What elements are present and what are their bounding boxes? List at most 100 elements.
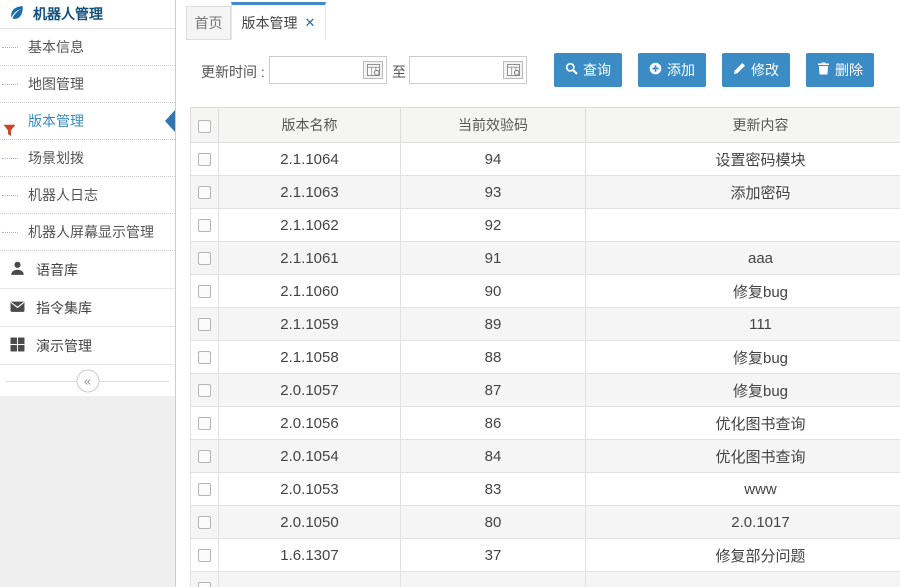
sidebar-item-label: 版本管理 [28, 113, 84, 129]
content-cell: 111 [586, 308, 900, 341]
version-cell: 2.1.1060 [219, 275, 401, 308]
content-cell: 修复bug [586, 275, 900, 308]
table-row: 2.0.1053 83 www [191, 473, 900, 506]
row-checkbox[interactable] [198, 252, 211, 265]
sidebar-item-robot-log[interactable]: 机器人日志 [0, 177, 175, 214]
edit-button[interactable]: 修改 [722, 53, 790, 87]
sidebar-item-demo-management[interactable]: 演示管理 [0, 327, 175, 365]
column-header-checksum: 当前效验码 [401, 108, 586, 143]
table-row: 2.1.1062 92 [191, 209, 900, 242]
row-checkbox[interactable] [198, 450, 211, 463]
sidebar-item-command-set-library[interactable]: 指令集库 [0, 289, 175, 327]
checksum-cell: 93 [401, 176, 586, 209]
version-cell: 2.0.1057 [219, 374, 401, 407]
button-label: 修改 [751, 60, 779, 80]
version-cell: 2.1.1058 [219, 341, 401, 374]
table-row: 2.1.1058 88 修复bug [191, 341, 900, 374]
sidebar: 机器人管理 基本信息 地图管理 版本管理 场景划拨 机器人日志 [0, 0, 176, 587]
checksum-cell: 91 [401, 242, 586, 275]
sidebar-collapse-bar: « [0, 365, 175, 396]
delete-button[interactable]: 删除 [806, 53, 874, 87]
to-label: 至 [392, 62, 406, 82]
add-button[interactable]: 添加 [638, 53, 706, 87]
calendar-icon[interactable] [363, 61, 383, 79]
calendar-icon[interactable] [503, 61, 523, 79]
version-cell: 2.1.1062 [219, 209, 401, 242]
main-content: 首页 版本管理 ✕ 更新时间 : 至 查询 添加 修改 [177, 0, 900, 587]
select-all-checkbox[interactable] [198, 120, 211, 133]
tab-home[interactable]: 首页 [186, 6, 231, 40]
row-checkbox[interactable] [198, 153, 211, 166]
content-cell: 修复bug [586, 374, 900, 407]
row-checkbox[interactable] [198, 186, 211, 199]
envelope-icon [10, 299, 25, 317]
content-cell [586, 209, 900, 242]
sidebar-item-label: 机器人屏幕显示管理 [28, 224, 154, 240]
sidebar-header: 机器人管理 [0, 0, 175, 29]
update-time-label: 更新时间 : [201, 62, 265, 82]
tab-label: 版本管理 [242, 13, 298, 33]
row-checkbox[interactable] [198, 483, 211, 496]
checksum-cell: 87 [401, 374, 586, 407]
content-cell: 设置密码模块 [586, 143, 900, 176]
sidebar-item-label: 演示管理 [36, 336, 92, 356]
trash-icon [817, 62, 830, 78]
table-row: 2.1.1063 93 添加密码 [191, 176, 900, 209]
version-cell: 2.1.1064 [219, 143, 401, 176]
table-row-partial [191, 572, 900, 587]
sidebar-item-map-management[interactable]: 地图管理 [0, 66, 175, 103]
row-checkbox[interactable] [198, 219, 211, 232]
sidebar-item-voice-library[interactable]: 语音库 [0, 251, 175, 289]
sidebar-item-label: 地图管理 [28, 76, 84, 92]
sidebar-item-label: 机器人日志 [28, 187, 98, 203]
version-cell [219, 572, 401, 587]
table-row: 2.0.1057 87 修复bug [191, 374, 900, 407]
version-cell: 2.0.1050 [219, 506, 401, 539]
checksum-cell: 88 [401, 341, 586, 374]
row-checkbox[interactable] [198, 516, 211, 529]
leaf-icon [9, 5, 24, 23]
sidebar-sub-menu: 基本信息 地图管理 版本管理 场景划拨 机器人日志 机器人屏幕显示管理 [0, 29, 175, 251]
close-icon[interactable]: ✕ [305, 15, 316, 31]
date-to-input[interactable] [410, 57, 503, 83]
sidebar-collapse-button[interactable]: « [76, 369, 99, 392]
content-cell: aaa [586, 242, 900, 275]
sidebar-item-label: 基本信息 [28, 39, 84, 55]
table-row: 2.0.1054 84 优化图书查询 [191, 440, 900, 473]
date-from-field [269, 56, 387, 84]
version-cell: 2.0.1056 [219, 407, 401, 440]
content-cell: 修复部分问题 [586, 539, 900, 572]
table-row: 1.6.1307 37 修复部分问题 [191, 539, 900, 572]
search-icon [565, 62, 578, 78]
checksum-cell: 92 [401, 209, 586, 242]
sidebar-item-basic-info[interactable]: 基本信息 [0, 29, 175, 66]
sidebar-item-label: 场景划拨 [28, 150, 84, 166]
sidebar-item-version-management[interactable]: 版本管理 [0, 103, 175, 140]
sidebar-item-scene-allocation[interactable]: 场景划拨 [0, 140, 175, 177]
row-checkbox[interactable] [198, 384, 211, 397]
button-label: 添加 [667, 60, 695, 80]
tab-version-management[interactable]: 版本管理 ✕ [231, 2, 326, 40]
row-checkbox[interactable] [198, 318, 211, 331]
content-cell: 修复bug [586, 341, 900, 374]
row-checkbox[interactable] [198, 285, 211, 298]
sidebar-item-robot-screen-display[interactable]: 机器人屏幕显示管理 [0, 214, 175, 251]
date-from-input[interactable] [270, 57, 363, 83]
version-cell: 1.6.1307 [219, 539, 401, 572]
content-cell: 优化图书查询 [586, 407, 900, 440]
table-header-row: 版本名称 当前效验码 更新内容 [191, 108, 900, 143]
content-cell: 2.0.1017 [586, 506, 900, 539]
active-item-arrow-icon [165, 110, 175, 132]
content-cell: 添加密码 [586, 176, 900, 209]
row-checkbox[interactable] [198, 351, 211, 364]
select-all-cell [191, 108, 219, 143]
version-cell: 2.0.1053 [219, 473, 401, 506]
plus-circle-icon [649, 62, 662, 78]
table-row: 2.1.1061 91 aaa [191, 242, 900, 275]
search-button[interactable]: 查询 [554, 53, 622, 87]
row-checkbox[interactable] [198, 549, 211, 562]
row-checkbox[interactable] [198, 582, 211, 587]
row-checkbox[interactable] [198, 417, 211, 430]
content-cell: 优化图书查询 [586, 440, 900, 473]
date-to-field [409, 56, 527, 84]
